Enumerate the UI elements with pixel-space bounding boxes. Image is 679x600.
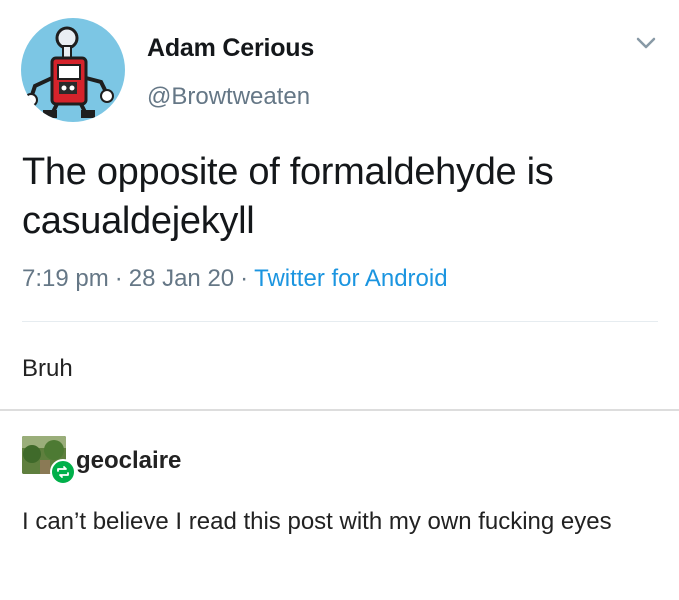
robot-avatar-icon <box>24 26 114 118</box>
reblog-comment: I can’t believe I read this post with my… <box>22 508 612 535</box>
tweet-divider <box>22 321 658 322</box>
user-handle[interactable]: @Browtweaten <box>147 83 310 111</box>
chevron-down-icon[interactable] <box>636 36 656 50</box>
reblog-divider <box>0 409 679 411</box>
tweet-time[interactable]: 7:19 pm <box>22 265 109 292</box>
tweet-text: The opposite of formaldehyde is casualde… <box>22 151 554 242</box>
reblog-username[interactable]: geoclaire <box>76 447 181 475</box>
display-name[interactable]: Adam Cerious <box>147 34 314 63</box>
reblog-icon <box>50 459 76 485</box>
post-comment: Bruh <box>22 355 73 382</box>
profile-avatar[interactable] <box>21 18 125 122</box>
tweet-meta: 7:19 pm · 28 Jan 20 · Twitter for Android <box>22 265 448 292</box>
tweet-date[interactable]: 28 Jan 20 <box>129 265 234 292</box>
reblog-arrows-icon <box>57 466 69 478</box>
tweet-card: Adam Cerious @Browtweaten The opposite o… <box>0 0 679 330</box>
tweet-source-link[interactable]: Twitter for Android <box>254 265 447 292</box>
